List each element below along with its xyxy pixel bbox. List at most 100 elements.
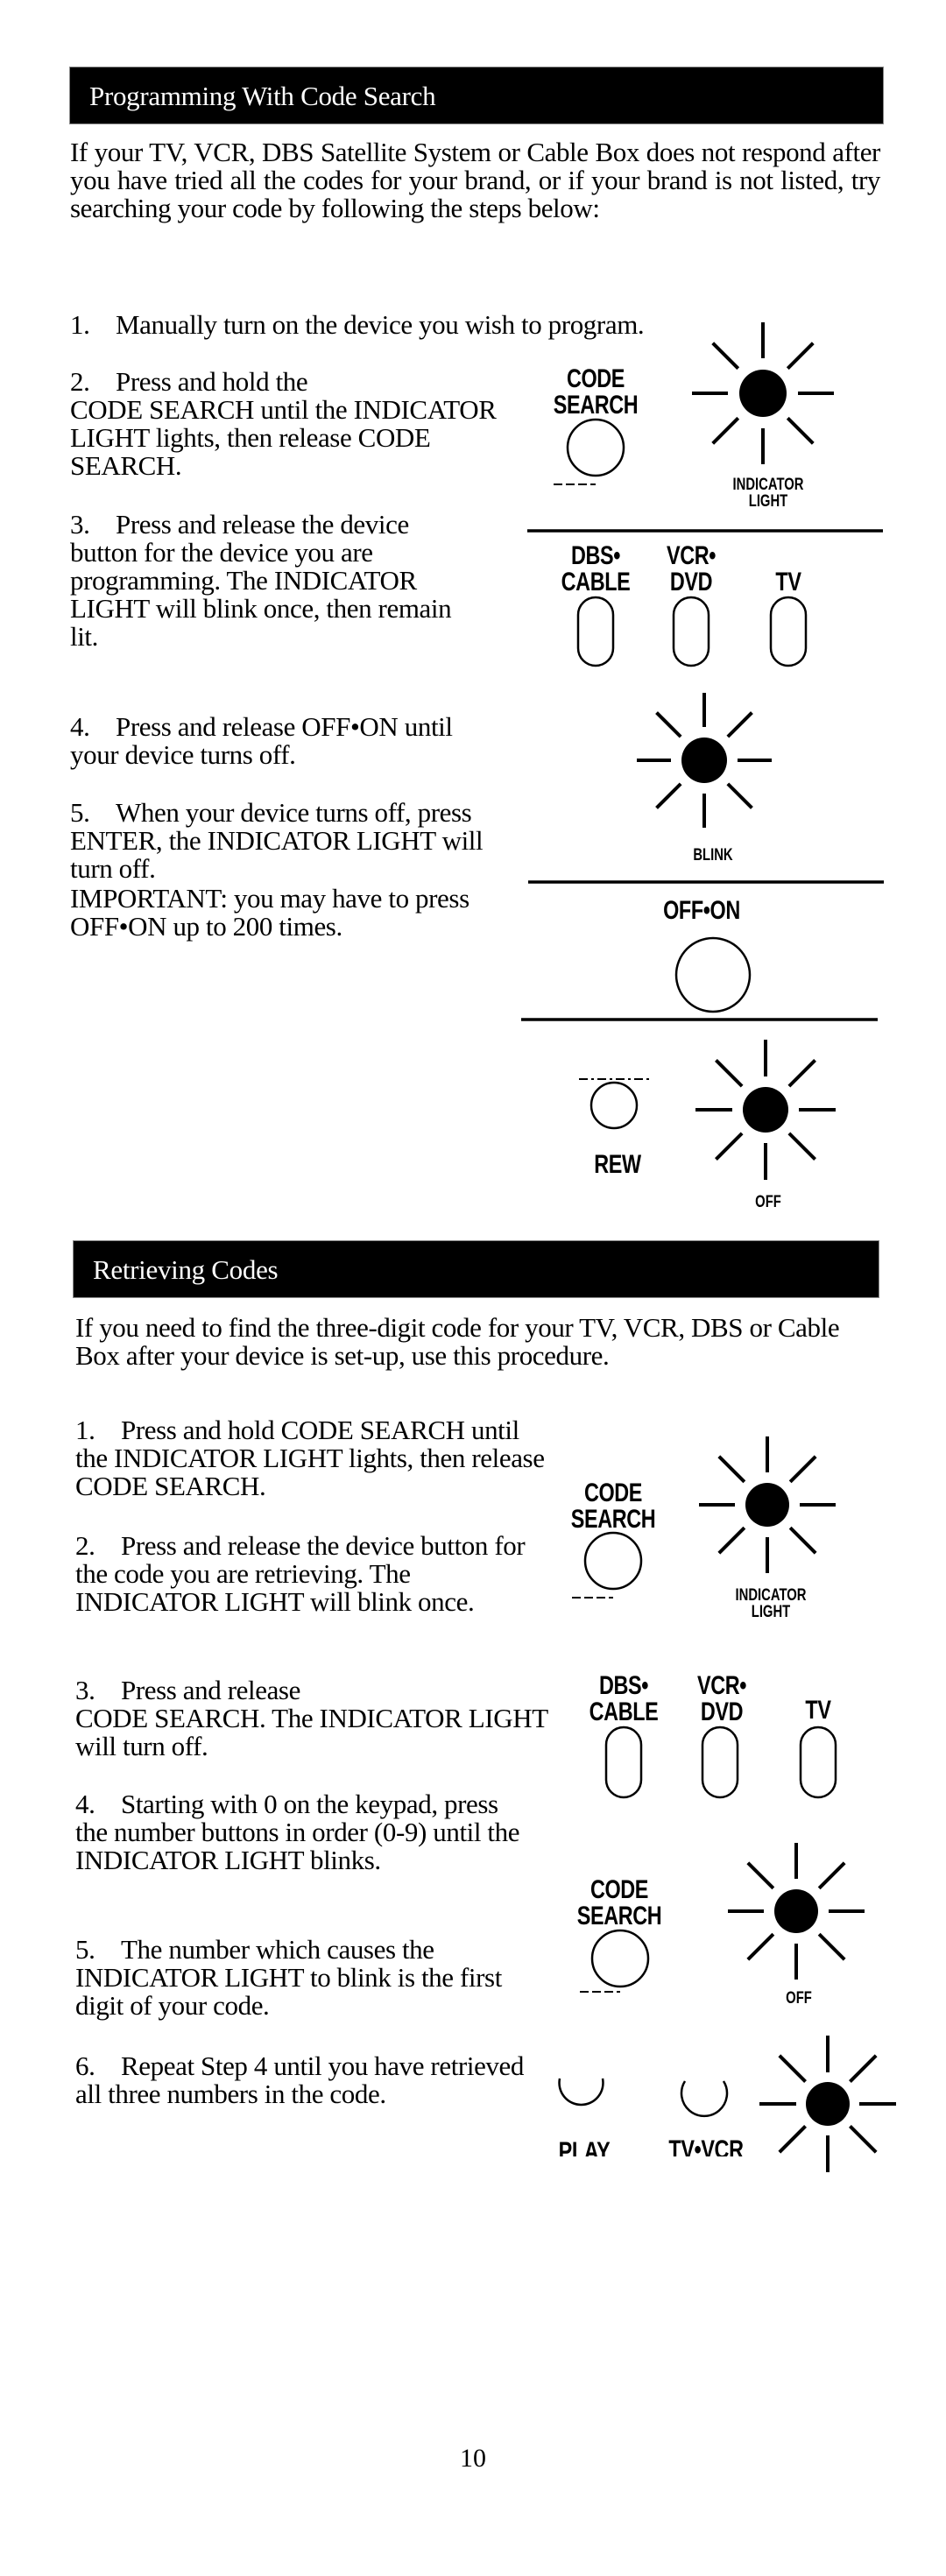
light-ray (817, 1861, 846, 1890)
step-4: 4. Starting with 0 on the keypad, press t… (75, 1762, 531, 1874)
step-text: Press and release CODE SEARCH. The INDIC… (75, 1675, 548, 1761)
device-button-vcr-dvd[interactable] (701, 1726, 739, 1799)
section-header-programming: Programming With Code Search (69, 67, 884, 124)
step-2: 2. Press and hold the CODE SEARCH until t… (70, 340, 499, 480)
device-label-dbs-cable: DBS• CABLE (561, 541, 631, 596)
indicator-light-label: INDICATOR LIGHT (732, 476, 804, 511)
important-note: IMPORTANT: you may have to press OFF•ON … (70, 883, 469, 942)
off-label: OFF (786, 1989, 812, 2008)
blink-label: BLINK (693, 846, 733, 865)
light-ray (715, 1059, 744, 1088)
off-label: OFF (755, 1193, 781, 1211)
step-number: 1. (75, 1415, 95, 1445)
light-ray (788, 1455, 817, 1484)
device-label-tv: TV (775, 568, 801, 596)
light-dot (745, 1483, 789, 1527)
light-dot (739, 370, 787, 417)
light-ray (787, 1059, 816, 1088)
device-label-dbs-cable: DBS• CABLE (589, 1671, 659, 1726)
step-5: 5. When your device turns off, press ENTE… (70, 771, 499, 883)
step-number: 4. (75, 1789, 95, 1819)
light-ray (717, 1526, 746, 1555)
light-ray (717, 1455, 746, 1484)
indicator-light-icon (759, 2036, 896, 2172)
device-label-vcr-dvd: VCR• DVD (696, 1671, 747, 1726)
light-dot (806, 2082, 850, 2126)
play-label: PLAY (558, 2139, 611, 2156)
rew-label: REW (594, 1150, 641, 1179)
step-text: When your device turns off, press ENTER,… (70, 797, 484, 884)
step-text: Starting with 0 on the keypad, press the… (75, 1789, 520, 1875)
step-text: Press and hold CODE SEARCH until the IND… (75, 1415, 545, 1501)
step-number: 3. (70, 509, 90, 540)
step-6: 6. Repeat Step 4 until you have retrieved… (75, 2024, 531, 2108)
light-ray (849, 2125, 878, 2154)
play-button[interactable] (558, 2078, 604, 2107)
light-ray (778, 2125, 807, 2154)
device-button-tv[interactable] (799, 1726, 837, 1799)
code-search-label: CODE SEARCH (570, 1479, 656, 1534)
rew-button[interactable] (589, 1081, 639, 1130)
step-text: Manually turn on the device you wish to … (116, 309, 645, 340)
light-ray (786, 416, 815, 445)
step-3: 3. Press and release the device button fo… (70, 483, 473, 651)
code-search-label-2: CODE SEARCH (576, 1875, 662, 1930)
intro-paragraph: If your TV, VCR, DBS Satellite System or… (70, 137, 880, 223)
step-5: 5. The number which causes the INDICATOR … (75, 1908, 540, 2020)
light-ray (715, 1132, 744, 1161)
step-3: 3. Press and release CODE SEARCH. The IND… (75, 1648, 548, 1761)
device-label-vcr-dvd: VCR• DVD (666, 541, 717, 596)
step-1: 1. Manually turn on the device you wish t… (70, 283, 858, 339)
step-text: Press and release the device button for … (70, 509, 452, 652)
device-button-tv[interactable] (769, 596, 808, 667)
step-number: 2. (70, 366, 90, 397)
step-text: Press and hold the CODE SEARCH until the… (70, 366, 497, 481)
step-number: 4. (70, 711, 90, 742)
section-title: Retrieving Codes (93, 1254, 279, 1285)
device-button-dbs-cable[interactable] (576, 596, 615, 667)
intro-paragraph: If you need to find the three-digit code… (75, 1312, 840, 1371)
device-button-vcr-dvd[interactable] (672, 596, 710, 667)
page-number: 10 (460, 2444, 486, 2473)
section-header-retrieving: Retrieving Codes (73, 1240, 879, 1298)
light-ray (655, 782, 682, 809)
light-ray (778, 2054, 807, 2083)
step-number: 5. (75, 1934, 95, 1965)
off-on-button[interactable] (674, 936, 752, 1013)
step-number: 5. (70, 797, 90, 828)
step-text: Repeat Step 4 until you have retrieved a… (75, 2050, 524, 2109)
indicator-light-label: INDICATOR LIGHT (735, 1586, 807, 1621)
step-text: Press and release the device button for … (75, 1530, 526, 1617)
step-number: 2. (75, 1530, 95, 1561)
light-ray (787, 1132, 816, 1161)
section-title: Programming With Code Search (89, 81, 436, 111)
device-label-tv: TV (805, 1696, 831, 1725)
code-search-button[interactable] (583, 1531, 643, 1591)
light-dot (774, 1889, 818, 1933)
light-dot (681, 738, 727, 783)
step-text: Press and release OFF•ON until your devi… (70, 711, 453, 770)
code-search-button-2[interactable] (590, 1929, 650, 1988)
off-light-icon (695, 1040, 836, 1180)
indicator-light-icon (699, 1436, 836, 1573)
light-ray (726, 782, 753, 809)
step-2: 2. Press and release the device button fo… (75, 1504, 548, 1616)
light-ray (711, 342, 740, 371)
code-search-button[interactable] (566, 418, 625, 477)
light-ray (849, 2054, 878, 2083)
device-button-dbs-cable[interactable] (604, 1726, 643, 1799)
step-4: 4. Press and release OFF•ON until your de… (70, 685, 482, 769)
light-ray (655, 711, 682, 738)
light-ray (786, 342, 815, 371)
step-number: 6. (75, 2050, 95, 2081)
light-ray (817, 1932, 846, 1961)
tv-vcr-button[interactable] (680, 2080, 729, 2118)
indicator-light-icon (692, 322, 834, 464)
light-ray (746, 1861, 775, 1890)
code-search-label: CODE SEARCH (553, 364, 639, 420)
tv-vcr-label: TV•VCR (668, 2137, 744, 2156)
light-ray (726, 711, 753, 738)
light-ray (746, 1932, 775, 1961)
step-number: 1. (70, 309, 90, 340)
blink-light-icon (637, 693, 772, 828)
